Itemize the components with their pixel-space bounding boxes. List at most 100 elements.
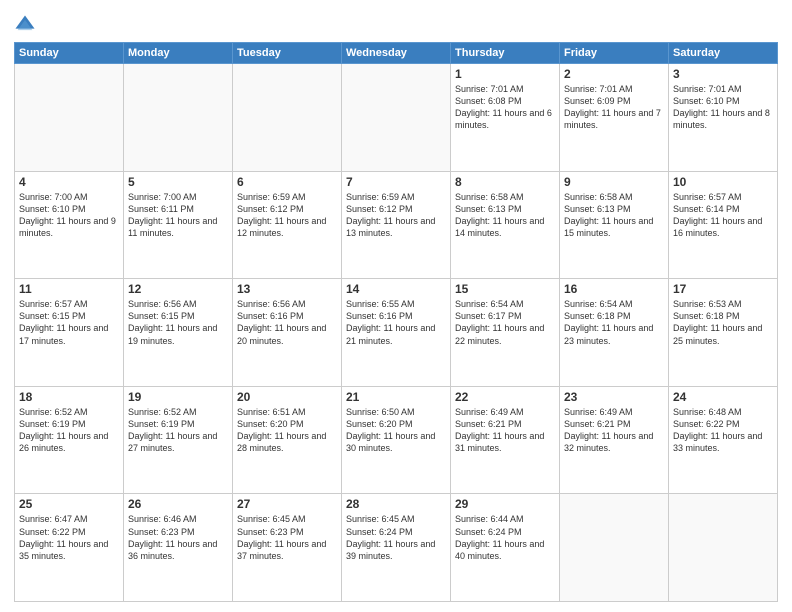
day-cell	[560, 494, 669, 602]
day-cell: 24 Sunrise: 6:48 AM Sunset: 6:22 PM Dayli…	[669, 386, 778, 494]
day-cell: 27 Sunrise: 6:45 AM Sunset: 6:23 PM Dayli…	[233, 494, 342, 602]
day-cell: 14 Sunrise: 6:55 AM Sunset: 6:16 PM Dayli…	[342, 279, 451, 387]
day-info: Sunrise: 6:48 AM Sunset: 6:22 PM Dayligh…	[673, 406, 773, 455]
day-info: Sunrise: 6:49 AM Sunset: 6:21 PM Dayligh…	[455, 406, 555, 455]
week-row-1: 1 Sunrise: 7:01 AM Sunset: 6:08 PM Daylig…	[15, 64, 778, 172]
day-number: 16	[564, 282, 664, 296]
day-cell: 28 Sunrise: 6:45 AM Sunset: 6:24 PM Dayli…	[342, 494, 451, 602]
day-cell: 5 Sunrise: 7:00 AM Sunset: 6:11 PM Daylig…	[124, 171, 233, 279]
day-cell: 18 Sunrise: 6:52 AM Sunset: 6:19 PM Dayli…	[15, 386, 124, 494]
day-cell: 4 Sunrise: 7:00 AM Sunset: 6:10 PM Daylig…	[15, 171, 124, 279]
day-number: 29	[455, 497, 555, 511]
day-info: Sunrise: 6:53 AM Sunset: 6:18 PM Dayligh…	[673, 298, 773, 347]
day-number: 10	[673, 175, 773, 189]
day-cell	[669, 494, 778, 602]
day-cell: 3 Sunrise: 7:01 AM Sunset: 6:10 PM Daylig…	[669, 64, 778, 172]
day-number: 3	[673, 67, 773, 81]
day-cell: 19Sunrise: 6:52 AM Sunset: 6:19 PM Dayli…	[124, 386, 233, 494]
day-number: 25	[19, 497, 119, 511]
day-info: Sunrise: 6:58 AM Sunset: 6:13 PM Dayligh…	[564, 191, 664, 240]
week-row-3: 11Sunrise: 6:57 AM Sunset: 6:15 PM Dayli…	[15, 279, 778, 387]
day-number: 23	[564, 390, 664, 404]
day-cell: 13 Sunrise: 6:56 AM Sunset: 6:16 PM Dayli…	[233, 279, 342, 387]
day-number: 18	[19, 390, 119, 404]
day-number: 22	[455, 390, 555, 404]
day-info: Sunrise: 6:45 AM Sunset: 6:23 PM Dayligh…	[237, 513, 337, 562]
day-info: Sunrise: 6:52 AM Sunset: 6:19 PM Dayligh…	[19, 406, 119, 455]
week-row-5: 25 Sunrise: 6:47 AM Sunset: 6:22 PM Dayli…	[15, 494, 778, 602]
day-number: 15	[455, 282, 555, 296]
day-cell: 29 Sunrise: 6:44 AM Sunset: 6:24 PM Dayli…	[451, 494, 560, 602]
weekday-header-tuesday: Tuesday	[233, 43, 342, 64]
day-cell: 8Sunrise: 6:58 AM Sunset: 6:13 PM Daylig…	[451, 171, 560, 279]
day-number: 4	[19, 175, 119, 189]
day-info: Sunrise: 7:00 AM Sunset: 6:10 PM Dayligh…	[19, 191, 119, 240]
day-cell: 1 Sunrise: 7:01 AM Sunset: 6:08 PM Daylig…	[451, 64, 560, 172]
day-number: 14	[346, 282, 446, 296]
day-info: Sunrise: 6:46 AM Sunset: 6:23 PM Dayligh…	[128, 513, 228, 562]
weekday-header-thursday: Thursday	[451, 43, 560, 64]
day-info: Sunrise: 7:00 AM Sunset: 6:11 PM Dayligh…	[128, 191, 228, 240]
logo-icon	[14, 14, 36, 36]
day-cell: 15Sunrise: 6:54 AM Sunset: 6:17 PM Dayli…	[451, 279, 560, 387]
day-info: Sunrise: 6:59 AM Sunset: 6:12 PM Dayligh…	[237, 191, 337, 240]
day-info: Sunrise: 6:49 AM Sunset: 6:21 PM Dayligh…	[564, 406, 664, 455]
day-info: Sunrise: 6:51 AM Sunset: 6:20 PM Dayligh…	[237, 406, 337, 455]
day-cell: 7Sunrise: 6:59 AM Sunset: 6:12 PM Daylig…	[342, 171, 451, 279]
weekday-header-friday: Friday	[560, 43, 669, 64]
day-number: 1	[455, 67, 555, 81]
day-info: Sunrise: 7:01 AM Sunset: 6:08 PM Dayligh…	[455, 83, 555, 132]
day-info: Sunrise: 6:47 AM Sunset: 6:22 PM Dayligh…	[19, 513, 119, 562]
day-cell	[15, 64, 124, 172]
day-number: 9	[564, 175, 664, 189]
day-info: Sunrise: 6:58 AM Sunset: 6:13 PM Dayligh…	[455, 191, 555, 240]
day-number: 5	[128, 175, 228, 189]
day-cell: 16 Sunrise: 6:54 AM Sunset: 6:18 PM Dayli…	[560, 279, 669, 387]
day-info: Sunrise: 6:57 AM Sunset: 6:15 PM Dayligh…	[19, 298, 119, 347]
day-number: 12	[128, 282, 228, 296]
day-cell: 6 Sunrise: 6:59 AM Sunset: 6:12 PM Daylig…	[233, 171, 342, 279]
day-number: 13	[237, 282, 337, 296]
day-number: 20	[237, 390, 337, 404]
day-cell: 12Sunrise: 6:56 AM Sunset: 6:15 PM Dayli…	[124, 279, 233, 387]
day-info: Sunrise: 6:50 AM Sunset: 6:20 PM Dayligh…	[346, 406, 446, 455]
day-cell: 25 Sunrise: 6:47 AM Sunset: 6:22 PM Dayli…	[15, 494, 124, 602]
day-info: Sunrise: 7:01 AM Sunset: 6:09 PM Dayligh…	[564, 83, 664, 132]
day-cell: 10 Sunrise: 6:57 AM Sunset: 6:14 PM Dayli…	[669, 171, 778, 279]
calendar-table: SundayMondayTuesdayWednesdayThursdayFrid…	[14, 42, 778, 602]
day-cell: 20 Sunrise: 6:51 AM Sunset: 6:20 PM Dayli…	[233, 386, 342, 494]
day-info: Sunrise: 6:56 AM Sunset: 6:16 PM Dayligh…	[237, 298, 337, 347]
day-info: Sunrise: 6:57 AM Sunset: 6:14 PM Dayligh…	[673, 191, 773, 240]
weekday-header-saturday: Saturday	[669, 43, 778, 64]
header	[14, 10, 778, 36]
day-number: 6	[237, 175, 337, 189]
weekday-header-wednesday: Wednesday	[342, 43, 451, 64]
day-number: 28	[346, 497, 446, 511]
day-cell	[124, 64, 233, 172]
day-info: Sunrise: 6:44 AM Sunset: 6:24 PM Dayligh…	[455, 513, 555, 562]
page: SundayMondayTuesdayWednesdayThursdayFrid…	[0, 0, 792, 612]
day-info: Sunrise: 6:55 AM Sunset: 6:16 PM Dayligh…	[346, 298, 446, 347]
day-info: Sunrise: 6:45 AM Sunset: 6:24 PM Dayligh…	[346, 513, 446, 562]
logo	[14, 14, 40, 36]
day-info: Sunrise: 6:54 AM Sunset: 6:18 PM Dayligh…	[564, 298, 664, 347]
day-cell	[342, 64, 451, 172]
day-cell	[233, 64, 342, 172]
weekday-header-monday: Monday	[124, 43, 233, 64]
day-number: 24	[673, 390, 773, 404]
day-cell: 21 Sunrise: 6:50 AM Sunset: 6:20 PM Dayli…	[342, 386, 451, 494]
weekday-header-row: SundayMondayTuesdayWednesdayThursdayFrid…	[15, 43, 778, 64]
week-row-4: 18 Sunrise: 6:52 AM Sunset: 6:19 PM Dayli…	[15, 386, 778, 494]
day-info: Sunrise: 7:01 AM Sunset: 6:10 PM Dayligh…	[673, 83, 773, 132]
weekday-header-sunday: Sunday	[15, 43, 124, 64]
day-cell: 26Sunrise: 6:46 AM Sunset: 6:23 PM Dayli…	[124, 494, 233, 602]
day-number: 21	[346, 390, 446, 404]
day-number: 2	[564, 67, 664, 81]
day-number: 27	[237, 497, 337, 511]
day-cell: 9 Sunrise: 6:58 AM Sunset: 6:13 PM Daylig…	[560, 171, 669, 279]
day-cell: 23 Sunrise: 6:49 AM Sunset: 6:21 PM Dayli…	[560, 386, 669, 494]
day-cell: 2 Sunrise: 7:01 AM Sunset: 6:09 PM Daylig…	[560, 64, 669, 172]
day-number: 17	[673, 282, 773, 296]
day-cell: 11Sunrise: 6:57 AM Sunset: 6:15 PM Dayli…	[15, 279, 124, 387]
day-info: Sunrise: 6:59 AM Sunset: 6:12 PM Dayligh…	[346, 191, 446, 240]
